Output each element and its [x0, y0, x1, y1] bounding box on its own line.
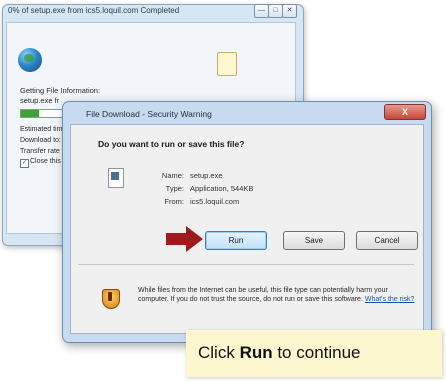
callout-suffix: to continue: [272, 343, 361, 362]
warning-body: While files from the Internet can be use…: [138, 287, 388, 303]
warning-text: While files from the Internet can be use…: [138, 286, 418, 304]
close-when-done-label: Close this: [30, 158, 61, 165]
document-icon: [217, 52, 237, 76]
maximize-button[interactable]: □: [268, 4, 283, 18]
callout-prefix: Click: [198, 343, 240, 362]
type-label: Type:: [165, 184, 184, 193]
download-file-text: setup.exe fr: [20, 96, 60, 105]
close-when-done-checkbox[interactable]: ✓: [20, 159, 29, 168]
globe-land-shape: [24, 54, 34, 62]
from-label: From:: [164, 197, 184, 206]
callout-text: Click Run to continue: [198, 343, 361, 363]
file-icon-badge: [111, 172, 119, 180]
save-button[interactable]: Save: [283, 231, 345, 250]
download-status-text: Getting File Information:: [20, 86, 101, 95]
close-button[interactable]: ✕: [282, 4, 297, 18]
name-label: Name:: [161, 171, 184, 180]
type-value: Application, 544KB: [190, 184, 254, 193]
arrow-head-icon: [186, 226, 203, 252]
dialog-question: Do you want to run or save this file?: [98, 139, 245, 149]
name-value: setup.exe: [190, 171, 223, 180]
from-value: ics5.loquil.com: [190, 197, 240, 206]
dialog-title: File Download - Security Warning: [86, 109, 212, 119]
download-progress-fill: [21, 110, 39, 117]
dialog-divider: [78, 264, 414, 265]
whats-the-risk-link[interactable]: What's the risk?: [365, 296, 415, 303]
callout-bold: Run: [239, 343, 273, 362]
transfer-rate-label: Transfer rate: [20, 148, 60, 155]
dialog-close-button[interactable]: X: [384, 104, 426, 120]
minimize-button[interactable]: —: [254, 4, 269, 18]
run-button[interactable]: Run: [205, 231, 267, 250]
download-window-title: 0% of setup.exe from ics5.loquil.com Com…: [8, 6, 180, 15]
shield-exclamation-mark: [108, 292, 112, 301]
cancel-button[interactable]: Cancel: [356, 231, 418, 250]
download-to-label: Download to:: [20, 137, 61, 144]
arrow-icon: [166, 233, 188, 245]
estimated-time-label: Estimated tim: [20, 126, 63, 133]
